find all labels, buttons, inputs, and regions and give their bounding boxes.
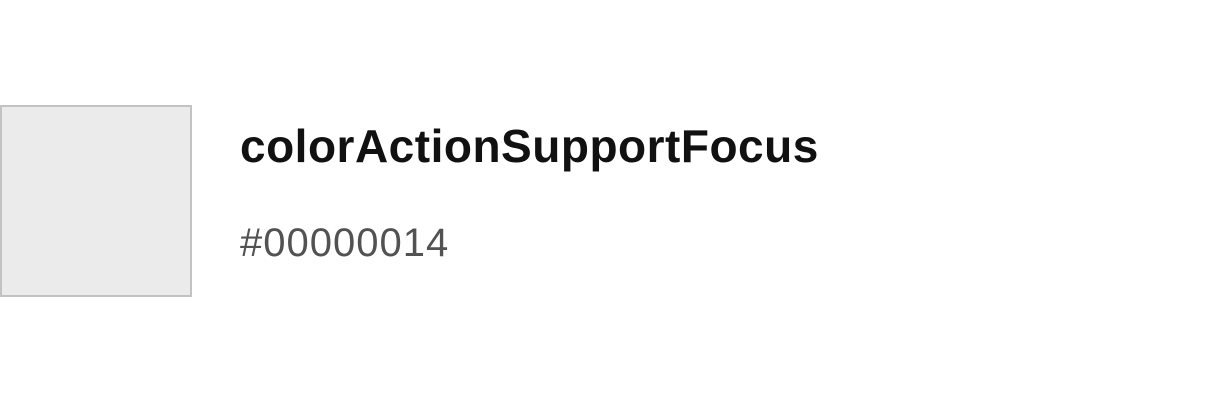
color-token-card: colorActionSupportFocus #00000014 <box>0 0 1206 402</box>
token-info: colorActionSupportFocus #00000014 <box>240 118 819 268</box>
token-value: #00000014 <box>240 221 450 265</box>
token-name: colorActionSupportFocus <box>240 120 819 172</box>
color-swatch <box>0 105 192 297</box>
